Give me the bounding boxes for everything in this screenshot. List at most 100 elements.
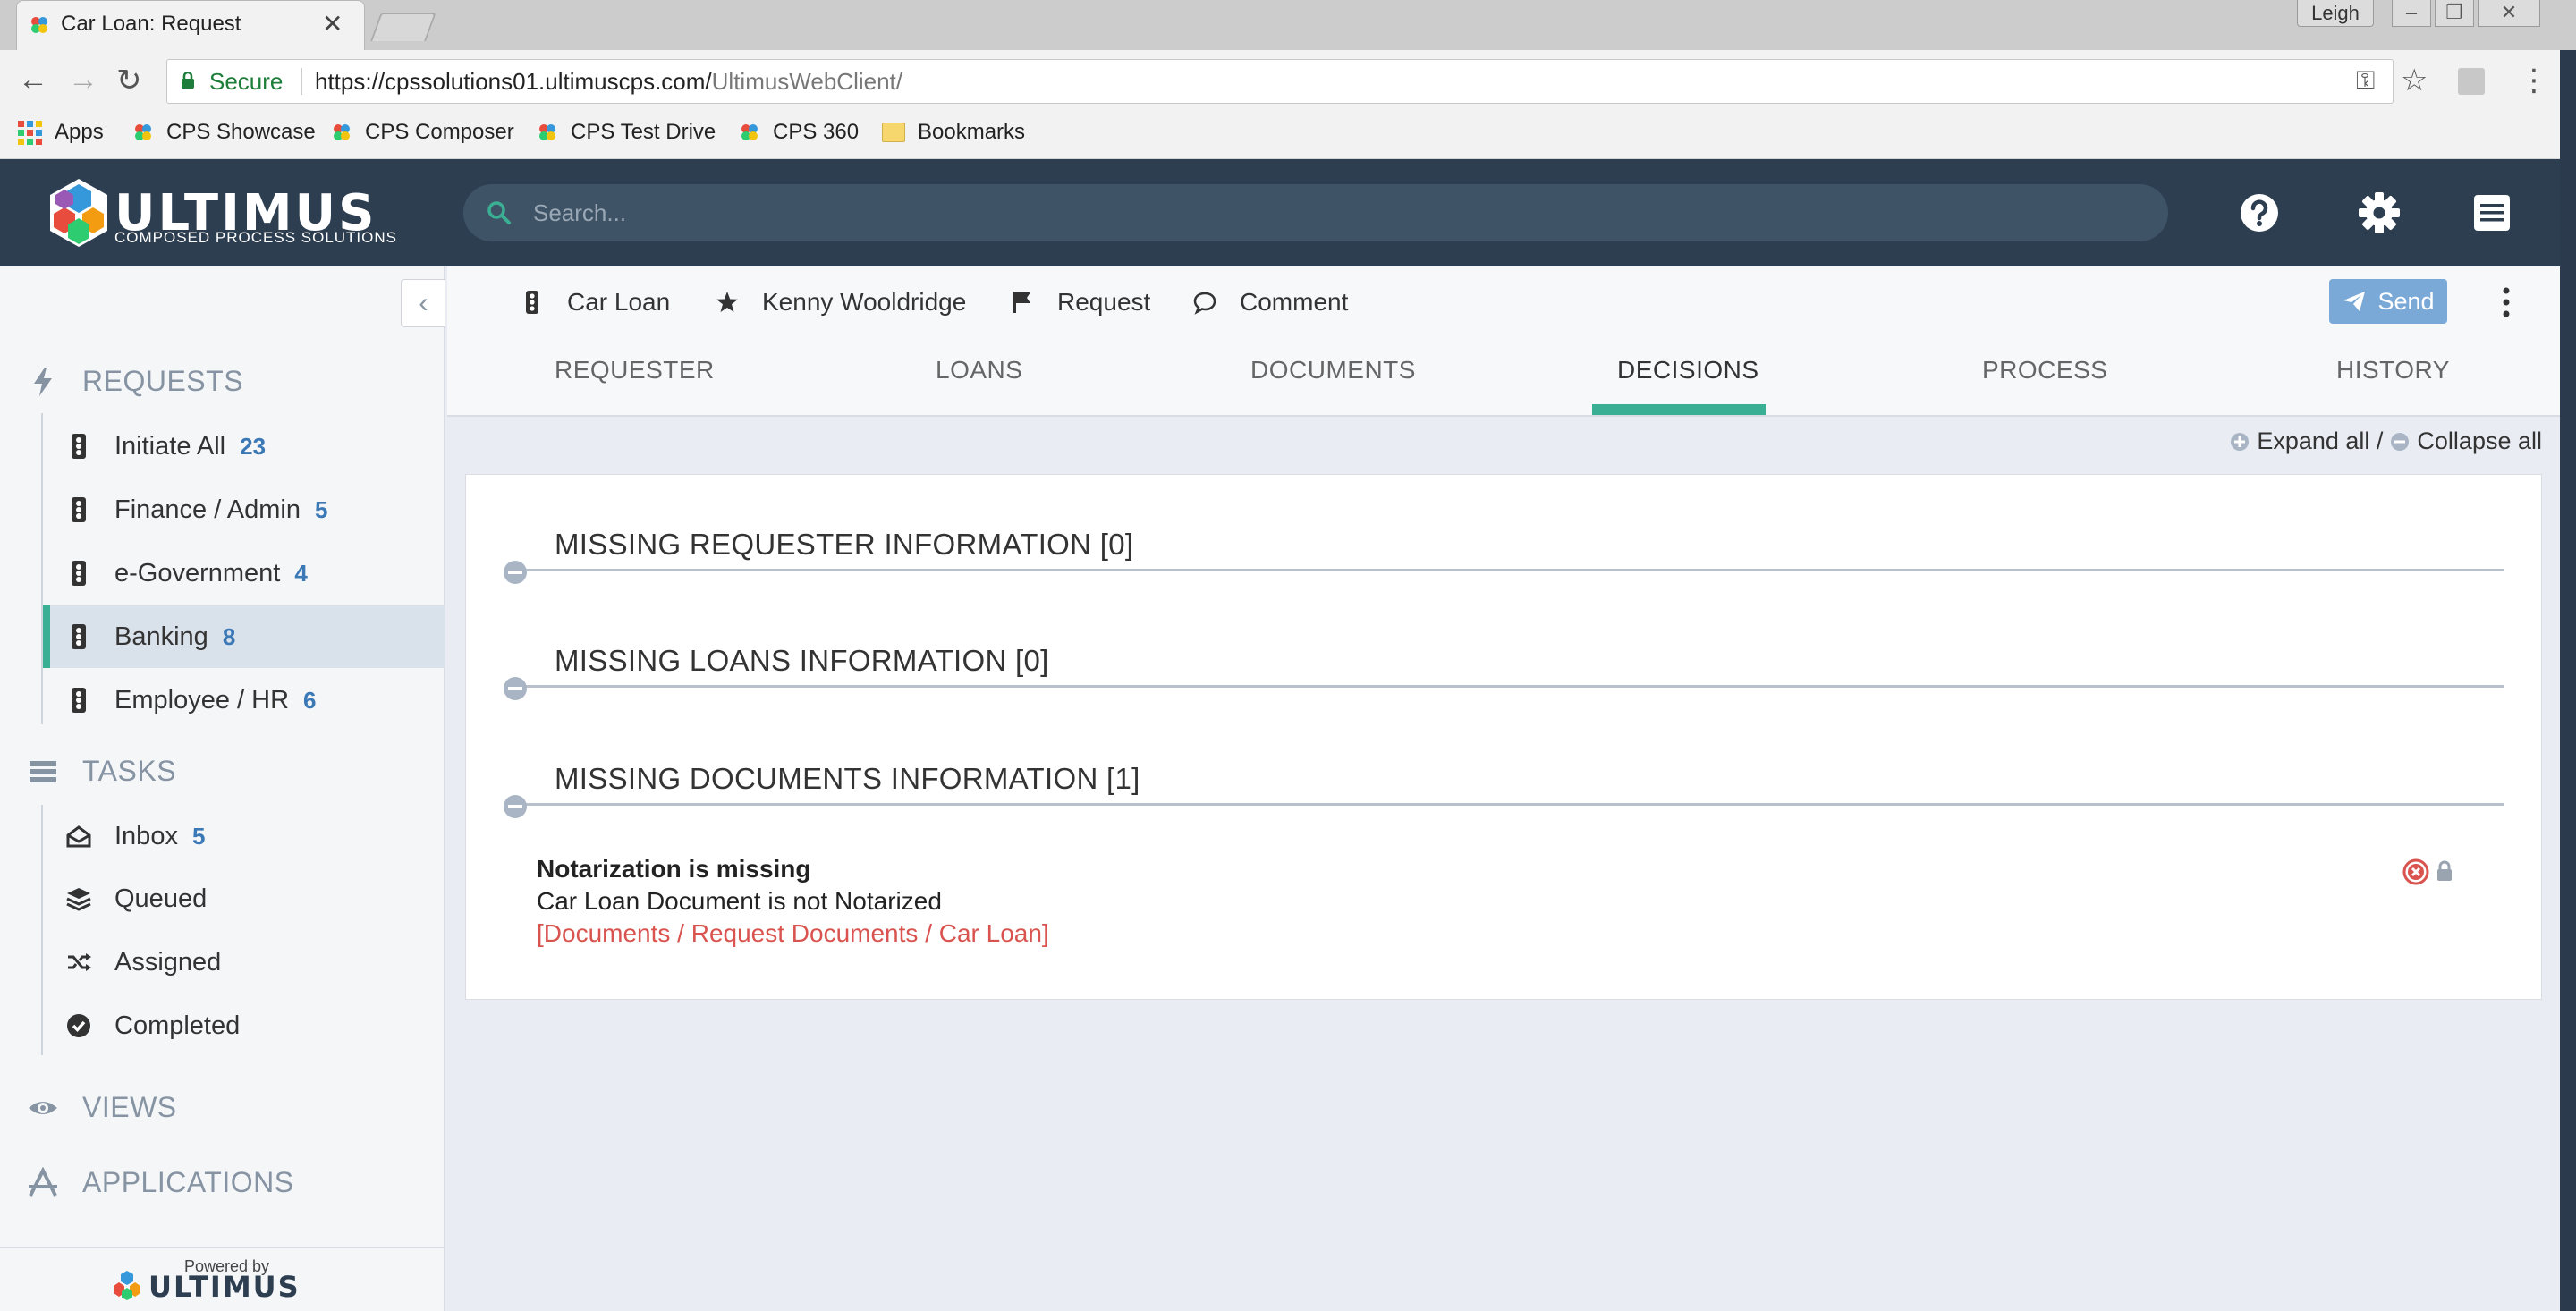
paper-plane-icon <box>2343 292 2366 311</box>
send-button[interactable]: Send <box>2329 279 2447 324</box>
traffic-light-icon <box>72 497 86 522</box>
bookmark-star-icon[interactable]: ☆ <box>2401 63 2428 98</box>
powered-logo-wordmark: ULTIMUS <box>148 1270 301 1304</box>
section-requests[interactable]: REQUESTS <box>27 365 243 398</box>
url-host: https://cpssolutions01.ultimuscps.com/ <box>315 68 712 95</box>
count-badge: 23 <box>240 432 267 460</box>
traffic-light-icon <box>72 688 86 713</box>
crumb-type[interactable]: Request <box>1011 288 1150 317</box>
lock-icon <box>2437 860 2452 881</box>
crumb-form[interactable]: Car Loan <box>521 288 670 317</box>
star-icon <box>716 292 738 312</box>
crumb-user[interactable]: Kenny Wooldridge <box>716 288 966 317</box>
extension-icon[interactable] <box>2458 68 2485 95</box>
sidebar-item-inbox[interactable]: Inbox 5 <box>43 805 445 867</box>
collapse-minus-icon[interactable] <box>503 794 528 819</box>
folder-icon <box>882 123 905 142</box>
tab-process[interactable]: PROCESS <box>1982 356 2107 385</box>
new-tab-button[interactable] <box>370 13 436 41</box>
lock-icon <box>182 72 194 89</box>
collapse-minus-icon[interactable] <box>503 676 528 701</box>
logo-tagline: COMPOSED PROCESS SOLUTIONS <box>114 229 397 246</box>
send-label: Send <box>2377 287 2435 315</box>
omnibox-divider <box>301 68 302 95</box>
group-divider <box>515 569 2504 571</box>
tab-documents[interactable]: DOCUMENTS <box>1250 356 1416 385</box>
kebab-menu-icon[interactable] <box>2499 284 2513 320</box>
comment-label: Comment <box>1240 288 1349 316</box>
search-input[interactable] <box>533 190 2125 236</box>
apps-grid-icon <box>18 120 42 145</box>
section-tasks[interactable]: TASKS <box>27 755 176 788</box>
forward-arrow-icon[interactable]: → <box>68 63 98 97</box>
back-arrow-icon[interactable]: ← <box>18 63 48 97</box>
sidebar-item-completed[interactable]: Completed <box>43 994 445 1057</box>
sidebar-item-label: Initiate All <box>114 431 226 461</box>
gear-icon[interactable] <box>2358 191 2401 234</box>
sidebar-item-finance-admin[interactable]: Finance / Admin 5 <box>43 478 445 541</box>
sidebar-item-assigned[interactable]: Assigned <box>43 931 445 994</box>
group-title-documents[interactable]: MISSING DOCUMENTS INFORMATION [1] <box>555 762 1140 796</box>
comment-button[interactable]: Comment <box>1193 288 1348 317</box>
url-text[interactable]: https://cpssolutions01.ultimuscps.com/Ul… <box>315 68 902 96</box>
count-badge: 4 <box>294 559 308 587</box>
crumb-user-label: Kenny Wooldridge <box>762 288 967 316</box>
sidebar-item-label: e-Government <box>114 558 281 588</box>
traffic-light-icon <box>526 291 538 314</box>
bookmark-label: Bookmarks <box>918 120 1026 144</box>
help-icon[interactable] <box>2238 191 2281 234</box>
bookmark-cps-test-drive[interactable]: CPS Test Drive <box>537 120 716 145</box>
ultimus-bookmark-icon <box>741 124 758 140</box>
sidebar-item-employee-hr[interactable]: Employee / HR 6 <box>43 669 445 732</box>
sidebar-item-queued[interactable]: Queued <box>43 867 445 930</box>
url-path: UltimusWebClient/ <box>711 68 902 95</box>
bookmark-folder[interactable]: Bookmarks <box>882 120 1025 145</box>
sidebar-collapse-chevron-icon[interactable]: ‹ <box>401 279 445 327</box>
bookmark-cps-showcase[interactable]: CPS Showcase <box>132 120 316 145</box>
ultimus-logo-icon[interactable] <box>47 177 111 249</box>
section-views[interactable]: VIEWS <box>27 1091 177 1124</box>
app-store-icon <box>29 1166 57 1197</box>
error-x-circle-icon[interactable] <box>2402 858 2429 885</box>
background-window-edge <box>2560 50 2576 1311</box>
flag-icon <box>1013 292 1030 313</box>
collapse-minus-icon[interactable] <box>503 560 528 585</box>
sidebar-item-banking[interactable]: Banking 8 <box>43 605 445 668</box>
check-circle-icon <box>67 1014 90 1037</box>
chrome-menu-icon[interactable]: ⋮ <box>2519 63 2549 98</box>
bookmark-label: CPS Showcase <box>166 120 316 144</box>
count-badge: 5 <box>314 495 328 523</box>
traffic-light-icon <box>72 434 86 459</box>
ultimus-favicon-icon <box>31 17 47 33</box>
minimize-icon[interactable]: – <box>2392 0 2431 27</box>
profile-button[interactable]: Leigh <box>2297 0 2374 27</box>
tab-close-icon[interactable]: ✕ <box>322 9 343 38</box>
tasks-list-icon <box>30 760 56 782</box>
expand-collapse-controls: Expand all / Collapse all <box>2230 427 2542 455</box>
issue-location-link[interactable]: [Documents / Request Documents / Car Loa… <box>537 919 1049 948</box>
bookmark-apps[interactable]: Apps <box>18 120 104 145</box>
minus-circle-icon <box>2391 432 2410 451</box>
bookmark-label: Apps <box>55 120 104 144</box>
restore-icon[interactable]: ❐ <box>2435 0 2474 27</box>
group-title-loans[interactable]: MISSING LOANS INFORMATION [0] <box>555 644 1049 678</box>
collapse-all-link[interactable]: Collapse all <box>2417 427 2542 455</box>
tab-decisions[interactable]: DECISIONS <box>1617 356 1759 385</box>
hamburger-menu-icon[interactable] <box>2470 191 2513 234</box>
ultimus-bookmark-icon <box>334 124 350 140</box>
sidebar-item-initiate-all[interactable]: Initiate All 23 <box>43 415 445 478</box>
tab-requester[interactable]: REQUESTER <box>555 356 715 385</box>
section-applications[interactable]: APPLICATIONS <box>27 1166 294 1199</box>
tab-history[interactable]: HISTORY <box>2336 356 2450 385</box>
bookmark-cps-composer[interactable]: CPS Composer <box>331 120 514 145</box>
window-close-icon[interactable]: ✕ <box>2478 0 2540 27</box>
sidebar-item-e-government[interactable]: e-Government 4 <box>43 542 445 605</box>
expand-all-link[interactable]: Expand all / <box>2257 427 2383 455</box>
issue-title: Notarization is missing <box>537 855 811 883</box>
reload-icon[interactable]: ↻ <box>116 63 142 98</box>
group-title-requester[interactable]: MISSING REQUESTER INFORMATION [0] <box>555 528 1133 562</box>
bookmark-cps-360[interactable]: CPS 360 <box>739 120 859 145</box>
tab-loans[interactable]: LOANS <box>936 356 1022 385</box>
traffic-light-icon <box>72 624 86 649</box>
key-icon[interactable]: ⚿ <box>2356 66 2375 96</box>
